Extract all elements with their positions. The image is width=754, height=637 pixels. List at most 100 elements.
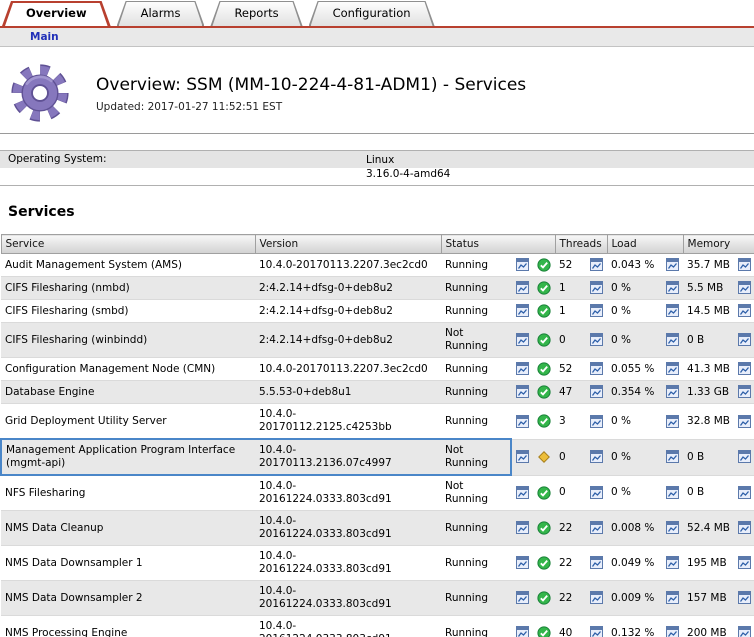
status-chart-icon[interactable]: [511, 323, 533, 358]
column-header-version: Version: [255, 235, 441, 254]
threads-chart-icon[interactable]: [585, 439, 607, 475]
service-load: 0.132 %: [607, 616, 661, 637]
status-chart-icon[interactable]: [511, 381, 533, 404]
main-link[interactable]: Main: [30, 31, 59, 43]
tab-configuration[interactable]: Configuration: [309, 1, 435, 26]
service-threads: 40: [555, 616, 585, 637]
status-ok-icon: [533, 546, 555, 581]
service-memory: 52.4 MB: [683, 511, 733, 546]
memory-chart-icon[interactable]: [733, 581, 754, 616]
services-table: Service Version Status Threads Load Memo…: [0, 234, 754, 637]
load-chart-icon[interactable]: [661, 616, 683, 637]
load-chart-icon[interactable]: [661, 323, 683, 358]
column-header-threads: Threads: [555, 235, 607, 254]
memory-chart-icon[interactable]: [733, 475, 754, 511]
threads-chart-icon[interactable]: [585, 581, 607, 616]
service-load: 0 %: [607, 300, 661, 323]
service-threads: 47: [555, 381, 585, 404]
load-chart-icon[interactable]: [661, 475, 683, 511]
service-memory: 5.5 MB: [683, 277, 733, 300]
service-threads: 22: [555, 581, 585, 616]
status-chart-icon[interactable]: [511, 404, 533, 440]
status-chart-icon[interactable]: [511, 581, 533, 616]
load-chart-icon[interactable]: [661, 511, 683, 546]
threads-chart-icon[interactable]: [585, 511, 607, 546]
load-chart-icon[interactable]: [661, 300, 683, 323]
status-chart-icon[interactable]: [511, 511, 533, 546]
memory-chart-icon[interactable]: [733, 546, 754, 581]
status-ok-icon: [533, 475, 555, 511]
load-chart-icon[interactable]: [661, 254, 683, 277]
status-ok-icon: [533, 358, 555, 381]
load-chart-icon[interactable]: [661, 358, 683, 381]
service-name: NMS Processing Engine: [1, 616, 255, 637]
service-version: 10.4.0- 20161224.0333.803cd91: [255, 546, 441, 581]
load-chart-icon[interactable]: [661, 546, 683, 581]
threads-chart-icon[interactable]: [585, 323, 607, 358]
page-header: Overview: SSM (MM-10-224-4-81-ADM1) - Se…: [0, 47, 754, 133]
load-chart-icon[interactable]: [661, 439, 683, 475]
service-version: 10.4.0- 20170113.2136.07c4997: [255, 439, 441, 475]
threads-chart-icon[interactable]: [585, 546, 607, 581]
status-chart-icon[interactable]: [511, 546, 533, 581]
tab-overview[interactable]: Overview: [2, 1, 111, 26]
memory-chart-icon[interactable]: [733, 300, 754, 323]
status-ok-icon: [533, 511, 555, 546]
table-row: CIFS Filesharing (nmbd) 2:4.2.14+dfsg-0+…: [1, 277, 754, 300]
service-memory: 200 MB: [683, 616, 733, 637]
table-row: CIFS Filesharing (winbindd) 2:4.2.14+dfs…: [1, 323, 754, 358]
service-load: 0 %: [607, 277, 661, 300]
memory-chart-icon[interactable]: [733, 323, 754, 358]
table-row: Audit Management System (AMS) 10.4.0-201…: [1, 254, 754, 277]
threads-chart-icon[interactable]: [585, 300, 607, 323]
status-chart-icon[interactable]: [511, 358, 533, 381]
status-warn-icon: [533, 439, 555, 475]
service-threads: 0: [555, 439, 585, 475]
threads-chart-icon[interactable]: [585, 404, 607, 440]
operating-system-label: Operating System:: [0, 151, 362, 185]
memory-chart-icon[interactable]: [733, 439, 754, 475]
service-name: Audit Management System (AMS): [1, 254, 255, 277]
status-chart-icon[interactable]: [511, 475, 533, 511]
threads-chart-icon[interactable]: [585, 358, 607, 381]
load-chart-icon[interactable]: [661, 404, 683, 440]
memory-chart-icon[interactable]: [733, 511, 754, 546]
service-name: NMS Data Downsampler 2: [1, 581, 255, 616]
memory-chart-icon[interactable]: [733, 616, 754, 637]
service-name: NFS Filesharing: [1, 475, 255, 511]
threads-chart-icon[interactable]: [585, 616, 607, 637]
load-chart-icon[interactable]: [661, 581, 683, 616]
service-status: Running: [441, 381, 511, 404]
tab-reports[interactable]: Reports: [210, 1, 302, 26]
status-ok-icon: [533, 616, 555, 637]
service-load: 0 %: [607, 404, 661, 440]
status-chart-icon[interactable]: [511, 277, 533, 300]
threads-chart-icon[interactable]: [585, 475, 607, 511]
status-chart-icon[interactable]: [511, 254, 533, 277]
threads-chart-icon[interactable]: [585, 254, 607, 277]
memory-chart-icon[interactable]: [733, 404, 754, 440]
service-name: CIFS Filesharing (smbd): [1, 300, 255, 323]
tab-alarms[interactable]: Alarms: [117, 1, 205, 26]
status-chart-icon[interactable]: [511, 300, 533, 323]
memory-chart-icon[interactable]: [733, 277, 754, 300]
memory-chart-icon[interactable]: [733, 358, 754, 381]
threads-chart-icon[interactable]: [585, 277, 607, 300]
column-header-memory: Memory: [683, 235, 754, 254]
load-chart-icon[interactable]: [661, 381, 683, 404]
memory-chart-icon[interactable]: [733, 381, 754, 404]
status-ok-icon: [533, 381, 555, 404]
service-version: 2:4.2.14+dfsg-0+deb8u2: [255, 300, 441, 323]
service-memory: 0 B: [683, 323, 733, 358]
memory-chart-icon[interactable]: [733, 254, 754, 277]
service-memory: 157 MB: [683, 581, 733, 616]
service-version: 10.4.0- 20170112.2125.c4253bb: [255, 404, 441, 440]
load-chart-icon[interactable]: [661, 277, 683, 300]
status-chart-icon[interactable]: [511, 616, 533, 637]
service-threads: 1: [555, 277, 585, 300]
service-threads: 22: [555, 546, 585, 581]
status-chart-icon[interactable]: [511, 439, 533, 475]
threads-chart-icon[interactable]: [585, 381, 607, 404]
service-load: 0 %: [607, 323, 661, 358]
service-memory: 0 B: [683, 439, 733, 475]
